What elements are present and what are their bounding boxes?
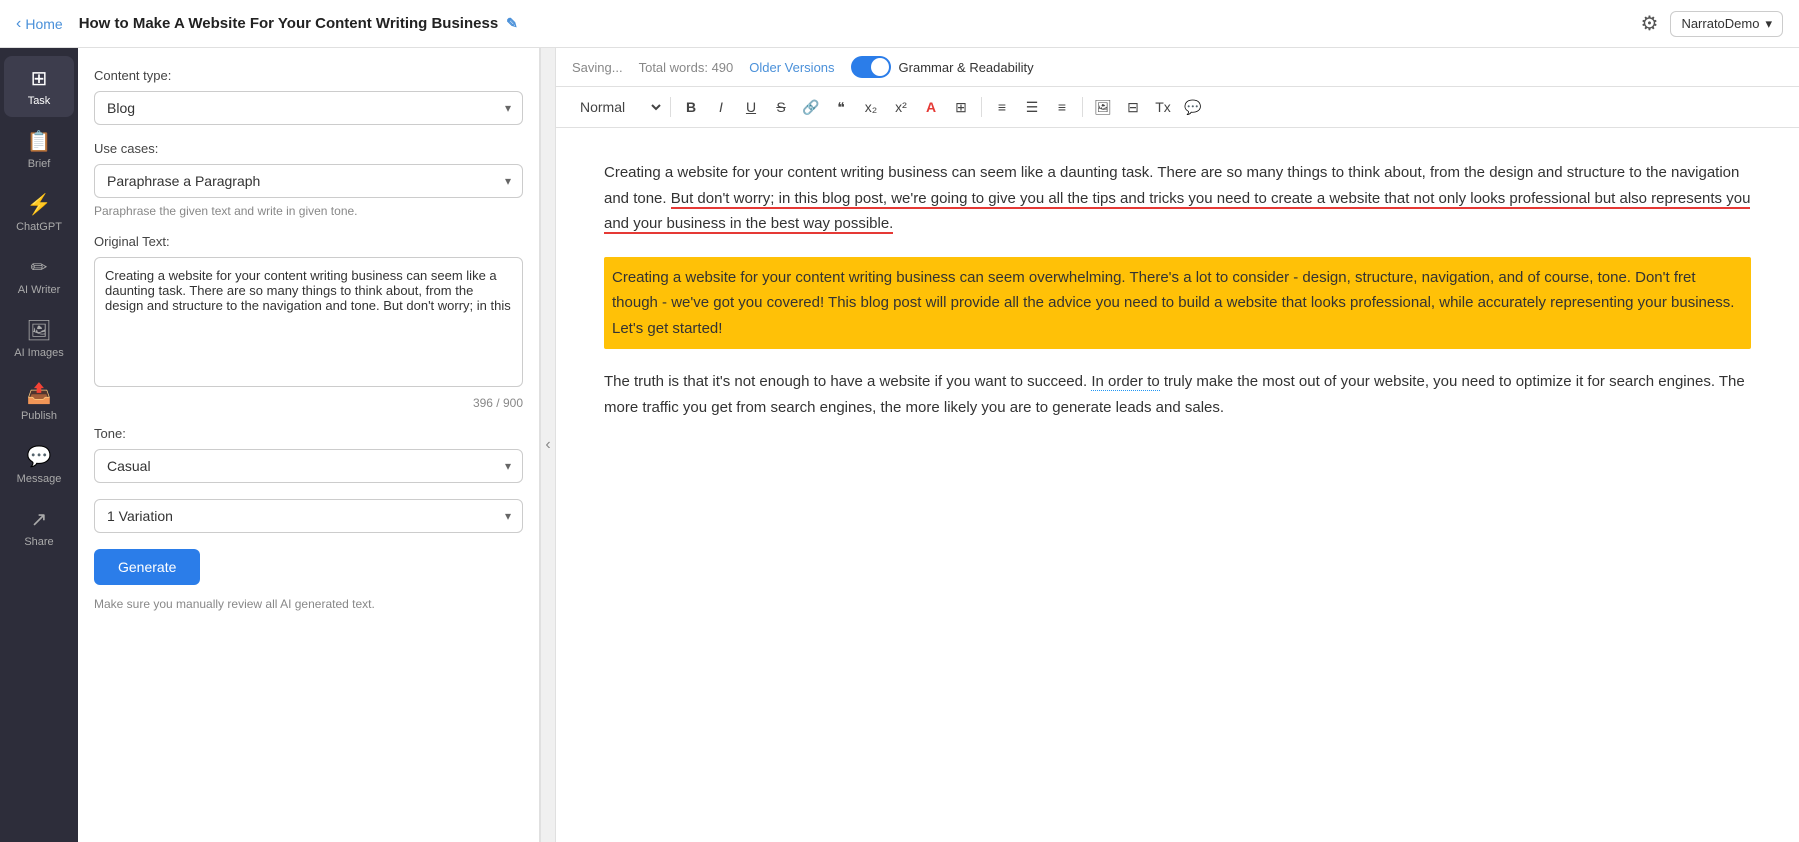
font-color-button[interactable]: A — [917, 93, 945, 121]
tone-select[interactable]: Casual Formal Friendly Professional — [94, 449, 523, 483]
top-nav: ‹ Home How to Make A Website For Your Co… — [0, 0, 1799, 48]
share-icon: ↗ — [31, 507, 48, 532]
sidebar-item-ai-writer[interactable]: ✏ AI Writer — [4, 245, 74, 306]
content-type-select[interactable]: Blog Article Social Post Email — [94, 91, 523, 125]
task-icon: ⊞ — [31, 66, 48, 91]
toolbar-divider-1 — [670, 97, 671, 117]
home-link[interactable]: ‹ Home — [16, 15, 63, 33]
older-versions-link[interactable]: Older Versions — [749, 60, 834, 75]
italic-button[interactable]: I — [707, 93, 735, 121]
editor-header: Saving... Total words: 490 Older Version… — [556, 48, 1799, 87]
brief-icon: 📋 — [27, 129, 52, 154]
page-title: How to Make A Website For Your Content W… — [79, 15, 1641, 32]
use-case-select-wrapper: Paraphrase a Paragraph Summarize Expand … — [94, 164, 523, 198]
strikethrough-button[interactable]: S — [767, 93, 795, 121]
use-cases-label: Use cases: — [94, 141, 523, 156]
table-button[interactable]: ⊟ — [1119, 93, 1147, 121]
content-type-select-wrapper: Blog Article Social Post Email — [94, 91, 523, 125]
paragraph-3: The truth is that it's not enough to hav… — [604, 369, 1751, 420]
link-button[interactable]: 🔗 — [797, 93, 825, 121]
publish-icon: 📤 — [27, 381, 52, 406]
nav-right: ⚙ NarratoDemo ▾ — [1641, 11, 1784, 37]
sidebar-label-ai-images: AI Images — [14, 347, 64, 359]
toolbar-divider-2 — [981, 97, 982, 117]
sidebar-label-chatgpt: ChatGPT — [16, 221, 62, 233]
ai-images-icon: 🖼 — [26, 318, 51, 343]
collapse-handle[interactable]: ‹ — [540, 48, 556, 842]
paragraph-1: Creating a website for your content writ… — [604, 160, 1751, 237]
image-button[interactable]: 🖼 — [1089, 93, 1117, 121]
sidebar-item-chatgpt[interactable]: ⚡ ChatGPT — [4, 182, 74, 243]
sidebar-label-task: Task — [28, 95, 51, 107]
sidebar-label-message: Message — [17, 473, 62, 485]
grammar-toggle-group: Grammar & Readability — [851, 56, 1034, 78]
back-chevron-icon: ‹ — [16, 15, 21, 33]
grammar-underline-1: But don't worry; in this blog post, we'r… — [604, 190, 1750, 235]
dropdown-chevron-icon: ▾ — [1765, 16, 1772, 32]
sidebar-item-ai-images[interactable]: 🖼 AI Images — [4, 308, 74, 369]
variation-select[interactable]: 1 Variation 2 Variations 3 Variations — [94, 499, 523, 533]
bold-button[interactable]: B — [677, 93, 705, 121]
use-case-description: Paraphrase the given text and write in g… — [94, 204, 523, 218]
underline-button[interactable]: U — [737, 93, 765, 121]
clear-format-button[interactable]: Tx — [1149, 93, 1177, 121]
editor-panel: Saving... Total words: 490 Older Version… — [556, 48, 1799, 842]
variation-select-wrapper: 1 Variation 2 Variations 3 Variations — [94, 499, 523, 533]
format-style-select[interactable]: Normal Heading 1 Heading 2 Heading 3 — [572, 96, 664, 118]
ordered-list-button[interactable]: ≡ — [988, 93, 1016, 121]
generate-button[interactable]: Generate — [94, 549, 200, 585]
original-text-input[interactable]: Creating a website for your content writ… — [94, 257, 523, 387]
collapse-icon: ‹ — [545, 436, 550, 454]
use-case-select[interactable]: Paraphrase a Paragraph Summarize Expand … — [94, 164, 523, 198]
sidebar-item-brief[interactable]: 📋 Brief — [4, 119, 74, 180]
grammar-label: Grammar & Readability — [899, 60, 1034, 75]
format-toolbar: Normal Heading 1 Heading 2 Heading 3 B I… — [556, 87, 1799, 128]
tone-label: Tone: — [94, 426, 523, 441]
user-dropdown[interactable]: NarratoDemo ▾ — [1670, 11, 1783, 37]
sidebar: ⊞ Task 📋 Brief ⚡ ChatGPT ✏ AI Writer 🖼 A… — [0, 48, 78, 842]
word-count: Total words: 490 — [639, 60, 734, 75]
sidebar-item-share[interactable]: ↗ Share — [4, 497, 74, 558]
superscript-button[interactable]: x² — [887, 93, 915, 121]
sidebar-label-share: Share — [24, 536, 53, 548]
ai-disclaimer: Make sure you manually review all AI gen… — [94, 597, 523, 611]
content-type-label: Content type: — [94, 68, 523, 83]
sidebar-label-brief: Brief — [28, 158, 51, 170]
original-text-wrapper: Creating a website for your content writ… — [94, 257, 523, 392]
toolbar-divider-3 — [1082, 97, 1083, 117]
chatgpt-icon: ⚡ — [27, 192, 52, 217]
sidebar-label-ai-writer: AI Writer — [18, 284, 61, 296]
main-layout: ⊞ Task 📋 Brief ⚡ ChatGPT ✏ AI Writer 🖼 A… — [0, 48, 1799, 842]
original-text-label: Original Text: — [94, 234, 523, 249]
grammar-toggle-switch[interactable] — [851, 56, 891, 78]
unordered-list-button[interactable]: ☰ — [1018, 93, 1046, 121]
settings-icon[interactable]: ⚙ — [1641, 11, 1659, 36]
inline-link-1: In order to — [1091, 373, 1159, 391]
edit-title-icon[interactable]: ✎ — [506, 15, 518, 32]
align-button[interactable]: ≡ — [1048, 93, 1076, 121]
comment-button[interactable]: 💬 — [1179, 93, 1207, 121]
sidebar-label-publish: Publish — [21, 410, 57, 422]
left-panel: Content type: Blog Article Social Post E… — [78, 48, 540, 842]
message-icon: 💬 — [27, 444, 52, 469]
tone-select-wrapper: Casual Formal Friendly Professional — [94, 449, 523, 483]
editor-content[interactable]: Creating a website for your content writ… — [556, 128, 1799, 842]
sidebar-item-publish[interactable]: 📤 Publish — [4, 371, 74, 432]
ai-writer-icon: ✏ — [31, 255, 48, 280]
highlight-button[interactable]: ⊞ — [947, 93, 975, 121]
char-count: 396 / 900 — [94, 396, 523, 410]
subscript-button[interactable]: x₂ — [857, 93, 885, 121]
sidebar-item-task[interactable]: ⊞ Task — [4, 56, 74, 117]
paragraph-2-highlighted: Creating a website for your content writ… — [604, 257, 1751, 350]
saving-status: Saving... — [572, 60, 623, 75]
quote-button[interactable]: ❝ — [827, 93, 855, 121]
home-label: Home — [25, 16, 62, 32]
sidebar-item-message[interactable]: 💬 Message — [4, 434, 74, 495]
